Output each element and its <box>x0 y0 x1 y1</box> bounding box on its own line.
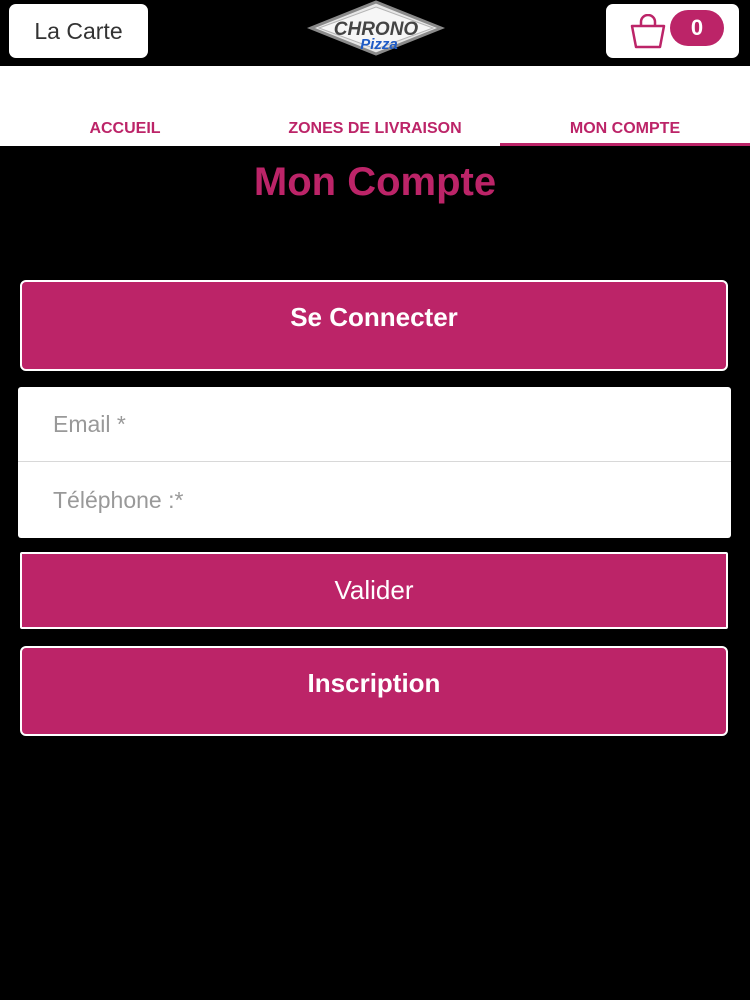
login-button[interactable]: Se Connecter <box>20 280 728 371</box>
email-placeholder: Email * <box>53 410 126 437</box>
cart-count-badge: 0 <box>670 10 724 46</box>
login-form: Email * Téléphone :* <box>18 387 731 538</box>
top-bar: La Carte CHRONO Pizza 0 <box>0 0 750 66</box>
page-title: Mon Compte <box>253 160 497 204</box>
logo-text-bottom: Pizza <box>360 36 398 53</box>
email-field[interactable]: Email * <box>18 387 731 462</box>
login-button-label: Se Connecter <box>290 302 458 332</box>
tab-accueil[interactable]: ACCUEIL <box>0 118 250 140</box>
phone-placeholder: Téléphone :* <box>53 487 184 513</box>
menu-button-label: La Carte <box>34 17 123 44</box>
active-tab-indicator <box>500 143 750 146</box>
tab-bar: ACCUEIL ZONES DE LIVRAISON MON COMPTE <box>0 66 750 146</box>
menu-button[interactable]: La Carte <box>9 4 148 58</box>
cart-button[interactable]: 0 <box>606 4 739 58</box>
tab-mon-compte[interactable]: MON COMPTE <box>500 118 750 140</box>
tab-zones-label: ZONES DE LIVRAISON <box>288 120 462 137</box>
submit-button-label: Valider <box>334 575 414 605</box>
register-button[interactable]: Inscription <box>20 646 728 736</box>
tab-accueil-label: ACCUEIL <box>89 120 161 137</box>
tab-zones-de-livraison[interactable]: ZONES DE LIVRAISON <box>250 118 500 140</box>
register-button-label: Inscription <box>307 668 441 698</box>
chrono-pizza-logo[interactable]: CHRONO Pizza <box>293 0 459 64</box>
tab-mon-compte-label: MON COMPTE <box>569 120 681 137</box>
submit-button[interactable]: Valider <box>20 552 728 629</box>
phone-field[interactable]: Téléphone :* <box>18 463 731 538</box>
shopping-bag-icon <box>630 14 666 49</box>
